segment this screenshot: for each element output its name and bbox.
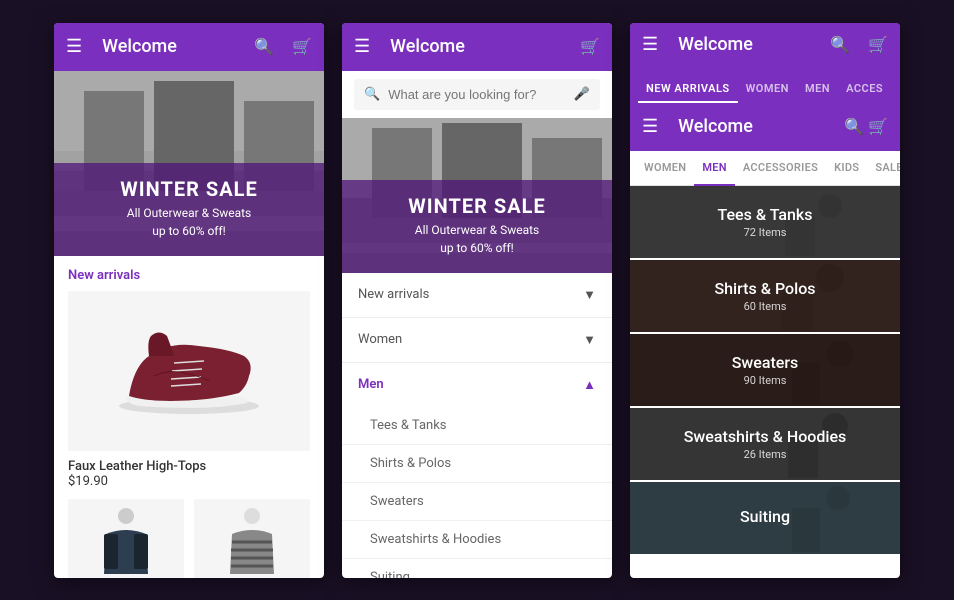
nav-women[interactable]: Women ▼ <box>342 318 612 363</box>
phone2-hero: WINTER SALE All Outerwear & Sweatsup to … <box>342 118 612 273</box>
suiting-name: Suiting <box>740 507 790 526</box>
phone2-title: Welcome <box>390 36 580 57</box>
mini-product-1 <box>96 504 156 578</box>
phone2-menu-icon[interactable]: ☰ <box>354 36 370 57</box>
product-card[interactable]: Faux Leather High-Tops $19.90 <box>54 291 324 499</box>
sweaters-name: Sweaters <box>732 353 799 372</box>
phone2-topbar: ☰ Welcome 🛒 <box>342 23 612 71</box>
phone3-menu-icon2[interactable]: ☰ <box>642 116 658 137</box>
nav-new-arrivals[interactable]: New arrivals ▼ <box>342 273 612 318</box>
phone3-tab-bar: NEW ARRIVALS WOMEN MEN ACCES <box>630 67 900 103</box>
nav-men-label: Men <box>358 377 384 392</box>
product-row <box>54 499 324 578</box>
category-sweaters[interactable]: Sweaters 90 Items <box>630 334 900 406</box>
phone1-title: Welcome <box>102 36 254 57</box>
phone1-topbar: ☰ Welcome 🔍 🛒 <box>54 23 324 71</box>
phone2-hero-title: WINTER SALE <box>358 194 596 218</box>
nav-men-header[interactable]: Men ▲ <box>342 363 612 407</box>
category-tabs: WOMEN MEN ACCESSORIES KIDS SALE <box>630 151 900 186</box>
sweatshirts-name: Sweatshirts & Hoodies <box>684 427 847 446</box>
product-name: Faux Leather High-Tops <box>68 459 310 474</box>
product-mini-1[interactable] <box>68 499 184 578</box>
mini-product-2 <box>222 504 282 578</box>
tab-acces[interactable]: ACCES <box>838 82 891 103</box>
category-shirts[interactable]: Shirts & Polos 60 Items <box>630 260 900 332</box>
screens-container: ☰ Welcome 🔍 🛒 <box>0 3 954 598</box>
tab-new-arrivals[interactable]: NEW ARRIVALS <box>638 82 738 103</box>
cart-icon[interactable]: 🛒 <box>292 37 312 56</box>
subnav-suiting[interactable]: Suiting <box>342 559 612 578</box>
search-icon[interactable]: 🔍 <box>254 37 274 56</box>
phone3-topbar2: ☰ Welcome 🔍 🛒 <box>630 103 900 151</box>
cat-tab-kids[interactable]: KIDS <box>826 151 867 185</box>
tees-count: 72 Items <box>744 226 787 239</box>
tees-overlay: Tees & Tanks 72 Items <box>630 186 900 258</box>
nav-new-arrivals-label: New arrivals <box>358 287 429 302</box>
phone1-hero: WINTER SALE All Outerwear & Sweatsup to … <box>54 71 324 256</box>
phone3-cart-icon[interactable]: 🛒 <box>868 35 888 54</box>
search-input[interactable] <box>388 87 566 102</box>
cat-tab-accessories[interactable]: ACCESSORIES <box>735 151 826 185</box>
tab-men[interactable]: MEN <box>797 82 838 103</box>
cat-tab-sale[interactable]: SALE <box>867 151 900 185</box>
phone2-icons: 🛒 <box>580 37 600 56</box>
subnav-shirts[interactable]: Shirts & Polos <box>342 445 612 483</box>
phone1-icons: 🔍 🛒 <box>254 37 312 56</box>
shoe-illustration <box>109 321 269 421</box>
nav-women-header[interactable]: Women ▼ <box>342 318 612 362</box>
product-mini-2[interactable] <box>194 499 310 578</box>
product-price: $19.90 <box>68 474 310 489</box>
phone2-hero-sub: All Outerwear & Sweatsup to 60% off! <box>358 221 596 257</box>
tab-women[interactable]: WOMEN <box>738 82 797 103</box>
nav-new-arrivals-header[interactable]: New arrivals ▼ <box>342 273 612 317</box>
phone1-hero-overlay: WINTER SALE All Outerwear & Sweatsup to … <box>54 163 324 256</box>
cat-tab-men[interactable]: MEN <box>694 151 735 186</box>
phone3-title1: Welcome <box>678 34 830 55</box>
phone3-top-section: ☰ Welcome 🔍 🛒 NEW ARRIVALS WOMEN MEN ACC… <box>630 23 900 103</box>
shirts-overlay: Shirts & Polos 60 Items <box>630 260 900 332</box>
search-bar-icon: 🔍 <box>364 87 380 102</box>
subnav-sweaters[interactable]: Sweaters <box>342 483 612 521</box>
sweatshirts-overlay: Sweatshirts & Hoodies 26 Items <box>630 408 900 480</box>
sweatshirts-count: 26 Items <box>744 448 787 461</box>
phone3-icons2: 🔍 🛒 <box>844 117 888 136</box>
search-bar[interactable]: 🔍 🎤 <box>354 79 600 110</box>
nav-new-arrivals-chevron: ▼ <box>583 287 596 303</box>
shirts-name: Shirts & Polos <box>714 279 815 298</box>
suiting-overlay: Suiting <box>630 482 900 554</box>
subnav-tees[interactable]: Tees & Tanks <box>342 407 612 445</box>
category-suiting[interactable]: Suiting <box>630 482 900 554</box>
shirts-count: 60 Items <box>744 300 787 313</box>
phone3-icons1: 🔍 🛒 <box>830 35 888 54</box>
phone2-cart-icon[interactable]: 🛒 <box>580 37 600 56</box>
new-arrivals-label: New arrivals <box>54 256 324 291</box>
phone3-cart-icon2[interactable]: 🛒 <box>868 117 888 136</box>
category-sweatshirts[interactable]: Sweatshirts & Hoodies 26 Items <box>630 408 900 480</box>
mic-icon[interactable]: 🎤 <box>574 87 590 102</box>
phone2-hero-overlay: WINTER SALE All Outerwear & Sweatsup to … <box>342 180 612 273</box>
cat-tab-women[interactable]: WOMEN <box>636 151 694 185</box>
sweaters-overlay: Sweaters 90 Items <box>630 334 900 406</box>
category-grid: Tees & Tanks 72 Items Shirts & Polos 60 … <box>630 186 900 556</box>
phone3-menu-icon[interactable]: ☰ <box>642 34 658 55</box>
phone3-topbar1: ☰ Welcome 🔍 🛒 <box>630 23 900 67</box>
nav-women-label: Women <box>358 332 402 347</box>
sweaters-count: 90 Items <box>744 374 787 387</box>
phone3-search-icon[interactable]: 🔍 <box>830 35 850 54</box>
phone1-hero-sub: All Outerwear & Sweatsup to 60% off! <box>70 204 308 240</box>
product-image <box>68 291 310 451</box>
phone3-search-icon2[interactable]: 🔍 <box>844 117 864 136</box>
category-tees[interactable]: Tees & Tanks 72 Items <box>630 186 900 258</box>
phone3-title2: Welcome <box>678 116 844 137</box>
phone1-hero-title: WINTER SALE <box>70 177 308 201</box>
tees-name: Tees & Tanks <box>717 205 812 224</box>
menu-icon[interactable]: ☰ <box>66 36 82 57</box>
nav-men-chevron: ▲ <box>583 377 596 393</box>
nav-women-chevron: ▼ <box>583 332 596 348</box>
phone-3: ☰ Welcome 🔍 🛒 NEW ARRIVALS WOMEN MEN ACC… <box>630 23 900 578</box>
subnav-sweatshirts[interactable]: Sweatshirts & Hoodies <box>342 521 612 559</box>
phone-2: ☰ Welcome 🛒 🔍 🎤 <box>342 23 612 578</box>
phone-1: ☰ Welcome 🔍 🛒 <box>54 23 324 578</box>
nav-men[interactable]: Men ▲ Tees & Tanks Shirts & Polos Sweate… <box>342 363 612 578</box>
